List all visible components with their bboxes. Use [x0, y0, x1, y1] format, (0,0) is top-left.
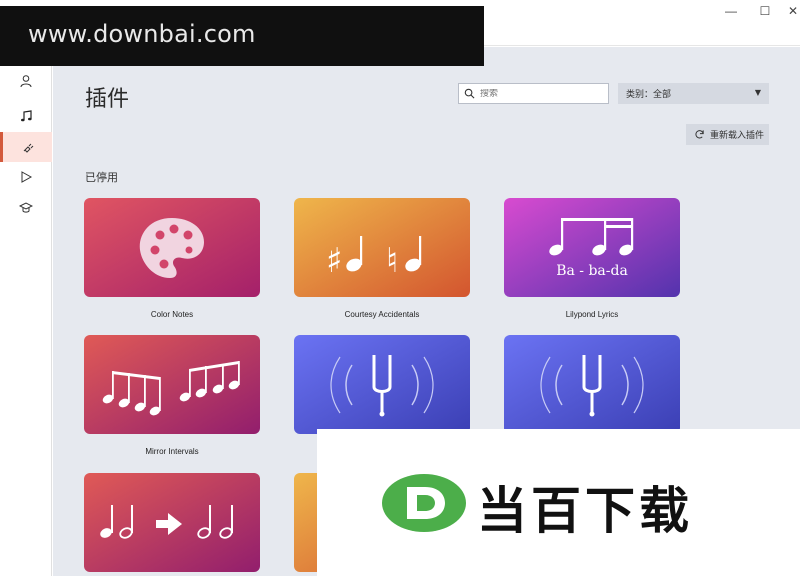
dropdown-caret-icon: ▼: [754, 88, 761, 97]
plugin-card-note-transform[interactable]: [84, 473, 260, 572]
refresh-icon: [695, 130, 704, 139]
user-icon: [20, 75, 32, 88]
play-icon: [21, 171, 33, 183]
search-box[interactable]: [458, 83, 609, 104]
lyrics-notes-icon: Ba - ba-da: [504, 198, 680, 297]
plugin-card-tuning-fork[interactable]: [294, 335, 470, 434]
search-input[interactable]: [480, 88, 600, 99]
sidebar-item-learn[interactable]: [0, 193, 52, 223]
category-label: 类别：全部: [626, 90, 672, 100]
reload-plugins-button[interactable]: 重新载入插件: [686, 124, 769, 145]
watermark-overlay: 当百下载: [317, 429, 800, 576]
graduation-cap-icon: [19, 202, 33, 213]
search-icon: [464, 88, 475, 99]
plugin-name: Lilypond Lyrics: [565, 310, 619, 319]
close-button[interactable]: ✕: [770, 0, 800, 22]
reload-plugins-label: 重新载入插件: [710, 131, 765, 141]
watermark-url: www.downbai.com: [28, 20, 256, 48]
plugin-name: Courtesy Accidentals: [344, 310, 420, 319]
plugin-card-lilypond-lyrics[interactable]: Ba - ba-da: [504, 198, 680, 297]
page-title: 插件: [85, 87, 130, 112]
plugin-card-courtesy-accidentals[interactable]: ♯ ♮: [294, 198, 470, 297]
sidebar-item-plugins[interactable]: [0, 132, 52, 162]
d-logo-icon: [382, 474, 466, 532]
svg-text:♯: ♯: [326, 241, 342, 281]
sidebar-item-account[interactable]: [0, 66, 52, 96]
note-transform-icon: [84, 473, 260, 572]
plugin-card-color-notes[interactable]: [84, 198, 260, 297]
sidebar: [0, 46, 52, 576]
plugin-card-mirror-intervals[interactable]: [84, 335, 260, 434]
plugin-name: Mirror Intervals: [145, 447, 199, 456]
palette-icon: [84, 198, 260, 297]
lyrics-text: Ba - ba-da: [556, 263, 628, 279]
accidentals-icon: ♯ ♮: [294, 198, 470, 297]
category-dropdown[interactable]: 类别：全部 ▼: [618, 83, 769, 104]
plugin-card-tuning-fork-2[interactable]: [504, 335, 680, 434]
sidebar-item-play[interactable]: [0, 162, 52, 192]
plugin-icon: [23, 143, 33, 153]
section-heading-disabled: 已停用: [85, 171, 118, 184]
svg-text:♮: ♮: [386, 241, 398, 281]
music-note-icon: [21, 110, 32, 122]
sidebar-item-scores[interactable]: [0, 101, 52, 131]
watermark-banner: www.downbai.com: [0, 6, 484, 66]
plugin-name: Color Notes: [150, 310, 194, 319]
mirror-intervals-icon: [84, 335, 260, 434]
tuning-fork-icon: [504, 335, 680, 434]
watermark-brand: 当百下载: [477, 482, 693, 540]
tuning-fork-icon: [294, 335, 470, 434]
app-window: — ☐ ✕ www.downbai.com 插件 类别：全部 ▼: [0, 0, 800, 576]
